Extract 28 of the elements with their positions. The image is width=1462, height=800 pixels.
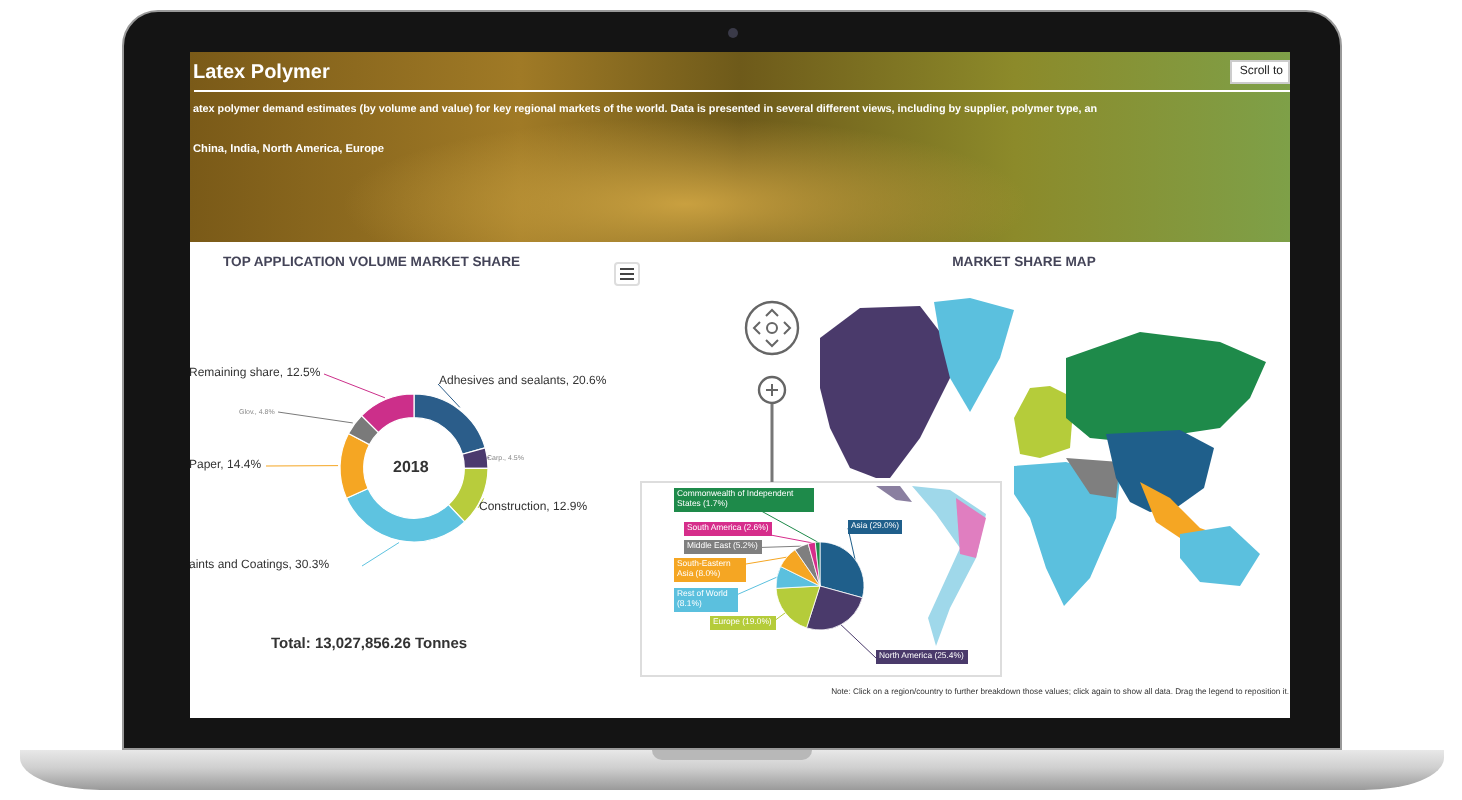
- eurasia-africa-map-drawing[interactable]: [1013, 332, 1265, 606]
- leader-line: [322, 373, 385, 399]
- donut-slice[interactable]: [346, 415, 379, 446]
- menu-button[interactable]: [613, 262, 639, 286]
- leader-line: [846, 527, 855, 560]
- pie-slice[interactable]: [813, 541, 820, 587]
- donut-slice[interactable]: [460, 447, 488, 470]
- leader-line: [276, 411, 353, 424]
- page-title: Latex Polymer: [193, 61, 330, 83]
- leader-line: [436, 383, 460, 408]
- pie-slice[interactable]: [805, 585, 862, 631]
- donut-slice[interactable]: [338, 432, 370, 499]
- donut-slice[interactable]: [360, 393, 414, 434]
- donut-slice[interactable]: [412, 393, 485, 455]
- pie-slice[interactable]: [793, 543, 820, 587]
- leader-line: [360, 542, 399, 567]
- pie-slice[interactable]: [779, 549, 820, 587]
- leader-line: [839, 624, 876, 659]
- zoom-in-icon[interactable]: [756, 375, 786, 405]
- pie-slice[interactable]: [818, 541, 864, 599]
- menu-icon: [619, 268, 633, 280]
- year-label: 2018: [393, 458, 429, 476]
- camera-dot: [727, 28, 737, 38]
- north-america-map-drawing[interactable]: [819, 298, 1013, 478]
- connector-line: [769, 404, 773, 482]
- pie-slice[interactable]: [774, 585, 820, 629]
- leader-line: [264, 465, 338, 467]
- pan-control-icon[interactable]: [743, 300, 799, 356]
